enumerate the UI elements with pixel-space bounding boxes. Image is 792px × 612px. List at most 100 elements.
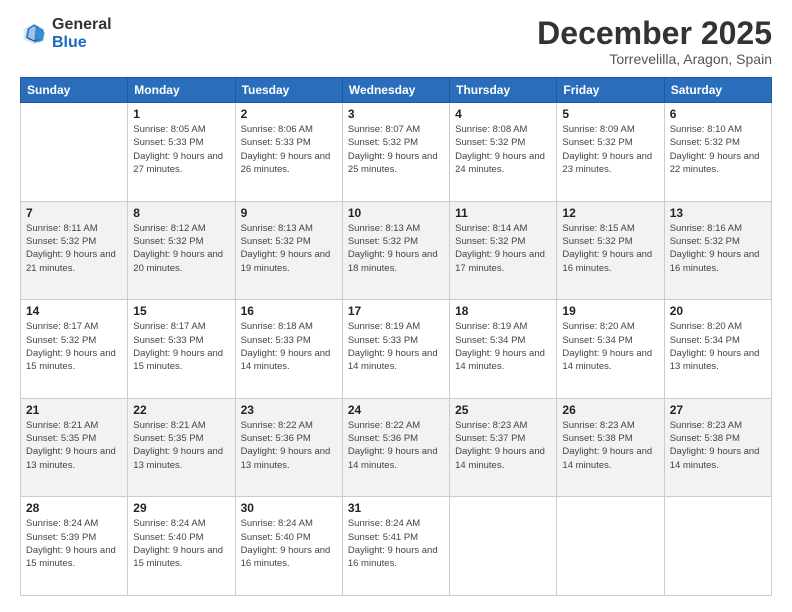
day-info: Sunrise: 8:06 AM Sunset: 5:33 PM Dayligh… xyxy=(241,123,337,176)
sunrise-text: Sunrise: 8:13 AM xyxy=(241,223,313,234)
daylight-text: Daylight: 9 hours and 13 minutes. xyxy=(133,446,223,470)
day-number: 29 xyxy=(133,501,229,515)
daylight-text: Daylight: 9 hours and 14 minutes. xyxy=(241,348,331,372)
day-info: Sunrise: 8:14 AM Sunset: 5:32 PM Dayligh… xyxy=(455,222,551,275)
sunset-text: Sunset: 5:40 PM xyxy=(133,532,203,543)
day-info: Sunrise: 8:21 AM Sunset: 5:35 PM Dayligh… xyxy=(26,419,122,472)
daylight-text: Daylight: 9 hours and 15 minutes. xyxy=(133,545,223,569)
day-number: 28 xyxy=(26,501,122,515)
sunrise-text: Sunrise: 8:22 AM xyxy=(241,420,313,431)
calendar-week-row: 14 Sunrise: 8:17 AM Sunset: 5:32 PM Dayl… xyxy=(21,300,772,399)
day-info: Sunrise: 8:10 AM Sunset: 5:32 PM Dayligh… xyxy=(670,123,766,176)
sunset-text: Sunset: 5:32 PM xyxy=(348,137,418,148)
sunset-text: Sunset: 5:32 PM xyxy=(241,236,311,247)
table-row: 25 Sunrise: 8:23 AM Sunset: 5:37 PM Dayl… xyxy=(450,398,557,497)
sunset-text: Sunset: 5:40 PM xyxy=(241,532,311,543)
sunset-text: Sunset: 5:38 PM xyxy=(562,433,632,444)
col-monday: Monday xyxy=(128,78,235,103)
daylight-text: Daylight: 9 hours and 27 minutes. xyxy=(133,151,223,175)
col-wednesday: Wednesday xyxy=(342,78,449,103)
day-info: Sunrise: 8:22 AM Sunset: 5:36 PM Dayligh… xyxy=(241,419,337,472)
sunset-text: Sunset: 5:33 PM xyxy=(241,137,311,148)
daylight-text: Daylight: 9 hours and 24 minutes. xyxy=(455,151,545,175)
day-info: Sunrise: 8:15 AM Sunset: 5:32 PM Dayligh… xyxy=(562,222,658,275)
sunset-text: Sunset: 5:35 PM xyxy=(133,433,203,444)
day-info: Sunrise: 8:18 AM Sunset: 5:33 PM Dayligh… xyxy=(241,320,337,373)
table-row: 31 Sunrise: 8:24 AM Sunset: 5:41 PM Dayl… xyxy=(342,497,449,596)
title-block: December 2025 Torrevelilla, Aragon, Spai… xyxy=(537,16,772,67)
daylight-text: Daylight: 9 hours and 15 minutes. xyxy=(133,348,223,372)
day-info: Sunrise: 8:23 AM Sunset: 5:37 PM Dayligh… xyxy=(455,419,551,472)
sunrise-text: Sunrise: 8:18 AM xyxy=(241,321,313,332)
daylight-text: Daylight: 9 hours and 13 minutes. xyxy=(241,446,331,470)
sunrise-text: Sunrise: 8:21 AM xyxy=(26,420,98,431)
table-row: 13 Sunrise: 8:16 AM Sunset: 5:32 PM Dayl… xyxy=(664,201,771,300)
sunset-text: Sunset: 5:32 PM xyxy=(26,335,96,346)
sunset-text: Sunset: 5:35 PM xyxy=(26,433,96,444)
sunset-text: Sunset: 5:32 PM xyxy=(133,236,203,247)
day-number: 7 xyxy=(26,206,122,220)
sunrise-text: Sunrise: 8:07 AM xyxy=(348,124,420,135)
table-row: 7 Sunrise: 8:11 AM Sunset: 5:32 PM Dayli… xyxy=(21,201,128,300)
daylight-text: Daylight: 9 hours and 16 minutes. xyxy=(348,545,438,569)
day-number: 18 xyxy=(455,304,551,318)
day-number: 11 xyxy=(455,206,551,220)
sunset-text: Sunset: 5:36 PM xyxy=(241,433,311,444)
table-row: 18 Sunrise: 8:19 AM Sunset: 5:34 PM Dayl… xyxy=(450,300,557,399)
sunset-text: Sunset: 5:32 PM xyxy=(455,236,525,247)
day-number: 13 xyxy=(670,206,766,220)
sunrise-text: Sunrise: 8:17 AM xyxy=(133,321,205,332)
table-row: 27 Sunrise: 8:23 AM Sunset: 5:38 PM Dayl… xyxy=(664,398,771,497)
sunset-text: Sunset: 5:33 PM xyxy=(348,335,418,346)
daylight-text: Daylight: 9 hours and 23 minutes. xyxy=(562,151,652,175)
day-info: Sunrise: 8:07 AM Sunset: 5:32 PM Dayligh… xyxy=(348,123,444,176)
day-info: Sunrise: 8:21 AM Sunset: 5:35 PM Dayligh… xyxy=(133,419,229,472)
day-number: 23 xyxy=(241,403,337,417)
day-info: Sunrise: 8:20 AM Sunset: 5:34 PM Dayligh… xyxy=(562,320,658,373)
daylight-text: Daylight: 9 hours and 14 minutes. xyxy=(348,348,438,372)
col-sunday: Sunday xyxy=(21,78,128,103)
sunrise-text: Sunrise: 8:13 AM xyxy=(348,223,420,234)
table-row: 4 Sunrise: 8:08 AM Sunset: 5:32 PM Dayli… xyxy=(450,103,557,202)
sunset-text: Sunset: 5:32 PM xyxy=(562,236,632,247)
day-number: 26 xyxy=(562,403,658,417)
sunset-text: Sunset: 5:32 PM xyxy=(348,236,418,247)
day-info: Sunrise: 8:17 AM Sunset: 5:32 PM Dayligh… xyxy=(26,320,122,373)
table-row: 8 Sunrise: 8:12 AM Sunset: 5:32 PM Dayli… xyxy=(128,201,235,300)
daylight-text: Daylight: 9 hours and 19 minutes. xyxy=(241,249,331,273)
table-row: 23 Sunrise: 8:22 AM Sunset: 5:36 PM Dayl… xyxy=(235,398,342,497)
daylight-text: Daylight: 9 hours and 20 minutes. xyxy=(133,249,223,273)
daylight-text: Daylight: 9 hours and 16 minutes. xyxy=(562,249,652,273)
daylight-text: Daylight: 9 hours and 16 minutes. xyxy=(670,249,760,273)
day-number: 27 xyxy=(670,403,766,417)
calendar-week-row: 28 Sunrise: 8:24 AM Sunset: 5:39 PM Dayl… xyxy=(21,497,772,596)
col-saturday: Saturday xyxy=(664,78,771,103)
calendar-header-row: Sunday Monday Tuesday Wednesday Thursday… xyxy=(21,78,772,103)
day-number: 19 xyxy=(562,304,658,318)
sunrise-text: Sunrise: 8:19 AM xyxy=(455,321,527,332)
day-number: 8 xyxy=(133,206,229,220)
day-info: Sunrise: 8:13 AM Sunset: 5:32 PM Dayligh… xyxy=(348,222,444,275)
logo: General Blue xyxy=(20,16,112,51)
day-number: 25 xyxy=(455,403,551,417)
daylight-text: Daylight: 9 hours and 22 minutes. xyxy=(670,151,760,175)
sunset-text: Sunset: 5:32 PM xyxy=(562,137,632,148)
sunset-text: Sunset: 5:41 PM xyxy=(348,532,418,543)
sunset-text: Sunset: 5:34 PM xyxy=(562,335,632,346)
day-info: Sunrise: 8:11 AM Sunset: 5:32 PM Dayligh… xyxy=(26,222,122,275)
day-number: 1 xyxy=(133,107,229,121)
day-number: 6 xyxy=(670,107,766,121)
table-row: 30 Sunrise: 8:24 AM Sunset: 5:40 PM Dayl… xyxy=(235,497,342,596)
daylight-text: Daylight: 9 hours and 13 minutes. xyxy=(670,348,760,372)
daylight-text: Daylight: 9 hours and 14 minutes. xyxy=(455,348,545,372)
table-row: 11 Sunrise: 8:14 AM Sunset: 5:32 PM Dayl… xyxy=(450,201,557,300)
day-info: Sunrise: 8:13 AM Sunset: 5:32 PM Dayligh… xyxy=(241,222,337,275)
sunset-text: Sunset: 5:34 PM xyxy=(670,335,740,346)
daylight-text: Daylight: 9 hours and 21 minutes. xyxy=(26,249,116,273)
daylight-text: Daylight: 9 hours and 14 minutes. xyxy=(562,348,652,372)
daylight-text: Daylight: 9 hours and 13 minutes. xyxy=(26,446,116,470)
day-info: Sunrise: 8:23 AM Sunset: 5:38 PM Dayligh… xyxy=(670,419,766,472)
sunset-text: Sunset: 5:36 PM xyxy=(348,433,418,444)
table-row: 24 Sunrise: 8:22 AM Sunset: 5:36 PM Dayl… xyxy=(342,398,449,497)
table-row: 6 Sunrise: 8:10 AM Sunset: 5:32 PM Dayli… xyxy=(664,103,771,202)
